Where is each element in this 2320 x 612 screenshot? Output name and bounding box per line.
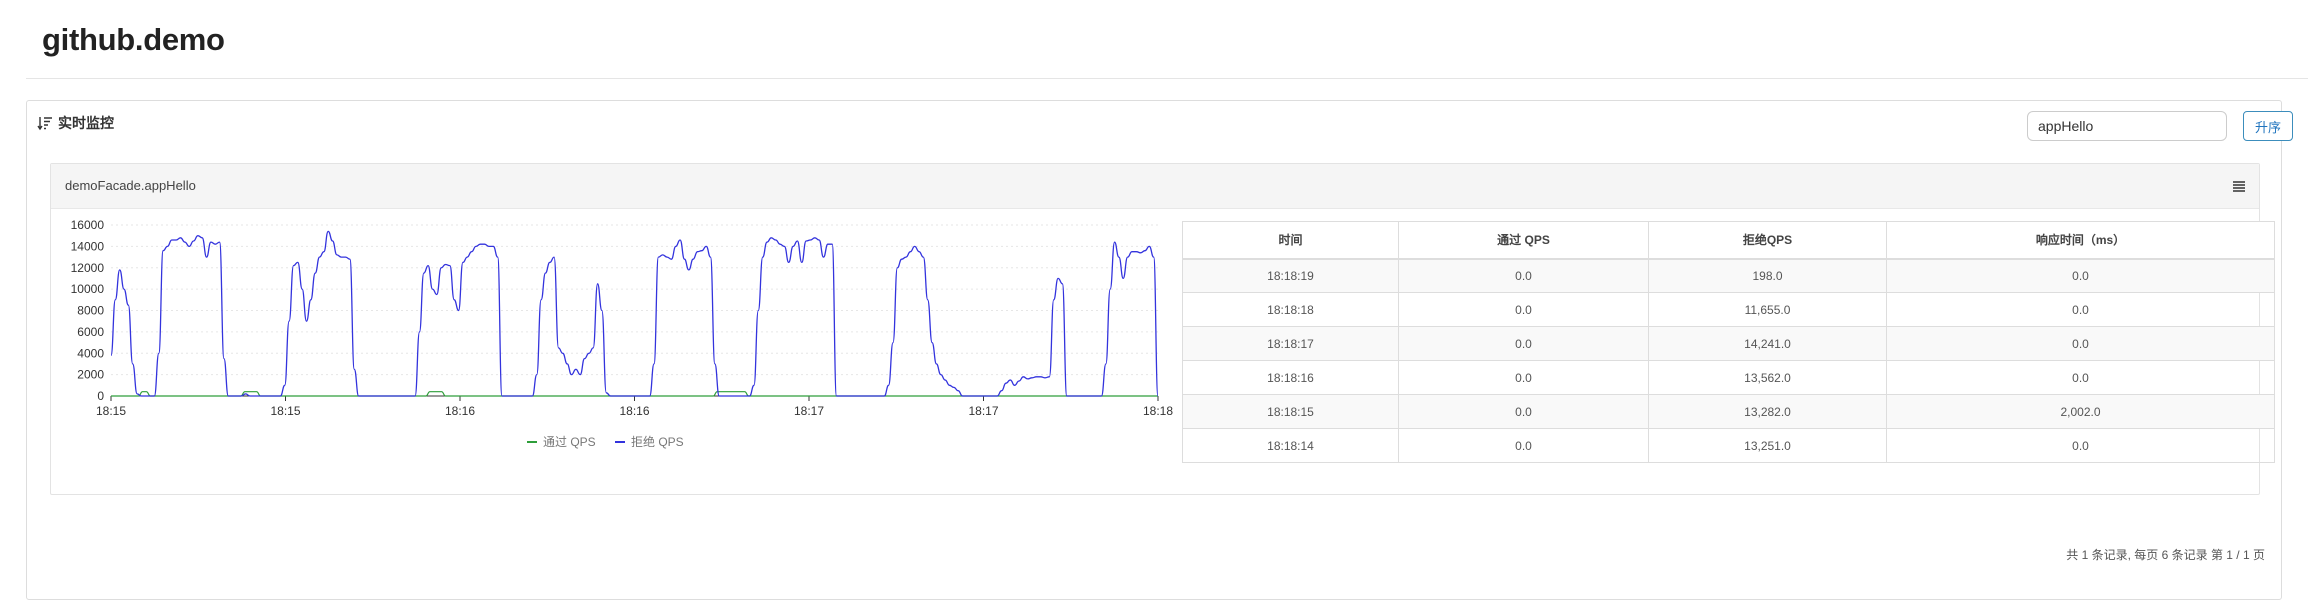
cell-time: 18:18:18 bbox=[1182, 292, 1399, 327]
block-qps-series-line bbox=[110, 230, 1159, 397]
cell-time: 18:18:14 bbox=[1182, 428, 1399, 463]
x-tick-label: 18:15 bbox=[270, 404, 300, 418]
legend-label-pass-qps: 通过 QPS bbox=[543, 435, 596, 449]
cell-response-time: 0.0 bbox=[1886, 292, 2275, 327]
y-tick-label: 8000 bbox=[77, 304, 104, 318]
cell-pass-qps: 0.0 bbox=[1398, 258, 1649, 293]
cell-pass-qps: 0.0 bbox=[1398, 428, 1649, 463]
cell-block-qps: 14,241.0 bbox=[1648, 326, 1887, 361]
column-header-block-qps: 拒绝QPS bbox=[1648, 221, 1887, 260]
cell-response-time: 0.0 bbox=[1886, 258, 2275, 293]
y-tick-label: 4000 bbox=[77, 346, 104, 360]
card-header: demoFacade.appHello bbox=[51, 164, 2259, 209]
cell-time: 18:18:17 bbox=[1182, 326, 1399, 361]
cell-time: 18:18:15 bbox=[1182, 394, 1399, 429]
column-header-response-time: 响应时间（ms） bbox=[1886, 221, 2275, 260]
table-row: 18:18:17 0.0 14,241.0 0.0 bbox=[1182, 326, 2275, 361]
cell-block-qps: 13,282.0 bbox=[1648, 394, 1887, 429]
table-row: 18:18:16 0.0 13,562.0 0.0 bbox=[1182, 360, 2275, 395]
cell-response-time: 2,002.0 bbox=[1886, 394, 2275, 429]
card-title: demoFacade.appHello bbox=[65, 178, 196, 193]
cell-block-qps: 11,655.0 bbox=[1648, 292, 1887, 327]
x-tick-label: 18:17 bbox=[968, 404, 998, 418]
sort-ascending-button[interactable]: 升序 bbox=[2243, 111, 2293, 141]
title-divider bbox=[26, 78, 2308, 79]
cell-response-time: 0.0 bbox=[1886, 326, 2275, 361]
x-tick-label: 18:18 bbox=[1143, 404, 1173, 418]
y-tick-label: 16000 bbox=[71, 218, 105, 232]
x-tick-label: 18:17 bbox=[794, 404, 824, 418]
realtime-monitor-panel: 实时监控 升序 demoFacade.appHello 0 2000 4000 600… bbox=[26, 100, 2293, 600]
menu-icon[interactable] bbox=[2231, 178, 2247, 194]
cell-response-time: 0.0 bbox=[1886, 428, 2275, 463]
panel-heading: 实时监控 bbox=[37, 113, 114, 133]
table-header-row: 时间 通过 QPS 拒绝QPS 响应时间（ms） bbox=[1182, 221, 2275, 260]
y-tick-label: 10000 bbox=[71, 282, 105, 296]
metrics-table: 时间 通过 QPS 拒绝QPS 响应时间（ms） 18:18:19 0.0 19… bbox=[1182, 221, 2275, 463]
panel-heading-label: 实时监控 bbox=[58, 115, 114, 131]
y-tick-label: 2000 bbox=[77, 368, 104, 382]
table-row: 18:18:15 0.0 13,282.0 2,002.0 bbox=[1182, 394, 2275, 429]
cell-pass-qps: 0.0 bbox=[1398, 326, 1649, 361]
pagination-info: 共 1 条记录, 每页 6 条记录 第 1 / 1 页 bbox=[2066, 548, 2265, 562]
cell-block-qps: 198.0 bbox=[1648, 258, 1887, 293]
cell-time: 18:18:16 bbox=[1182, 360, 1399, 395]
search-input[interactable] bbox=[2027, 111, 2227, 141]
column-header-time: 时间 bbox=[1182, 221, 1399, 260]
table-row: 18:18:19 0.0 198.0 0.0 bbox=[1182, 258, 2275, 293]
metric-card: demoFacade.appHello 0 2000 4000 6000 8000 100… bbox=[50, 163, 2275, 495]
cell-pass-qps: 0.0 bbox=[1398, 394, 1649, 429]
table-row: 18:18:14 0.0 13,251.0 0.0 bbox=[1182, 428, 2275, 463]
column-header-pass-qps: 通过 QPS bbox=[1398, 221, 1649, 260]
cell-pass-qps: 0.0 bbox=[1398, 360, 1649, 395]
legend-label-block-qps: 拒绝 QPS bbox=[631, 434, 684, 449]
cell-pass-qps: 0.0 bbox=[1398, 292, 1649, 327]
x-tick-label: 18:16 bbox=[619, 404, 649, 418]
table-row: 18:18:18 0.0 11,655.0 0.0 bbox=[1182, 292, 2275, 327]
page-title: github.demo bbox=[42, 22, 225, 57]
sort-icon bbox=[37, 117, 52, 131]
qps-chart: 0 2000 4000 6000 8000 10000 12000 14000 16000 18:… bbox=[51, 217, 1174, 487]
y-tick-label: 6000 bbox=[77, 325, 104, 339]
cell-block-qps: 13,562.0 bbox=[1648, 360, 1887, 395]
cell-block-qps: 13,251.0 bbox=[1648, 428, 1887, 463]
y-tick-label: 14000 bbox=[71, 239, 105, 253]
qps-line-chart: 0 2000 4000 6000 8000 10000 12000 14000 16000 18:… bbox=[71, 218, 1174, 449]
cell-response-time: 0.0 bbox=[1886, 360, 2275, 395]
cell-time: 18:18:19 bbox=[1182, 258, 1399, 293]
y-tick-label: 0 bbox=[97, 389, 104, 403]
x-tick-label: 18:16 bbox=[445, 404, 475, 418]
y-tick-label: 12000 bbox=[71, 261, 105, 275]
x-tick-label: 18:15 bbox=[96, 404, 126, 418]
